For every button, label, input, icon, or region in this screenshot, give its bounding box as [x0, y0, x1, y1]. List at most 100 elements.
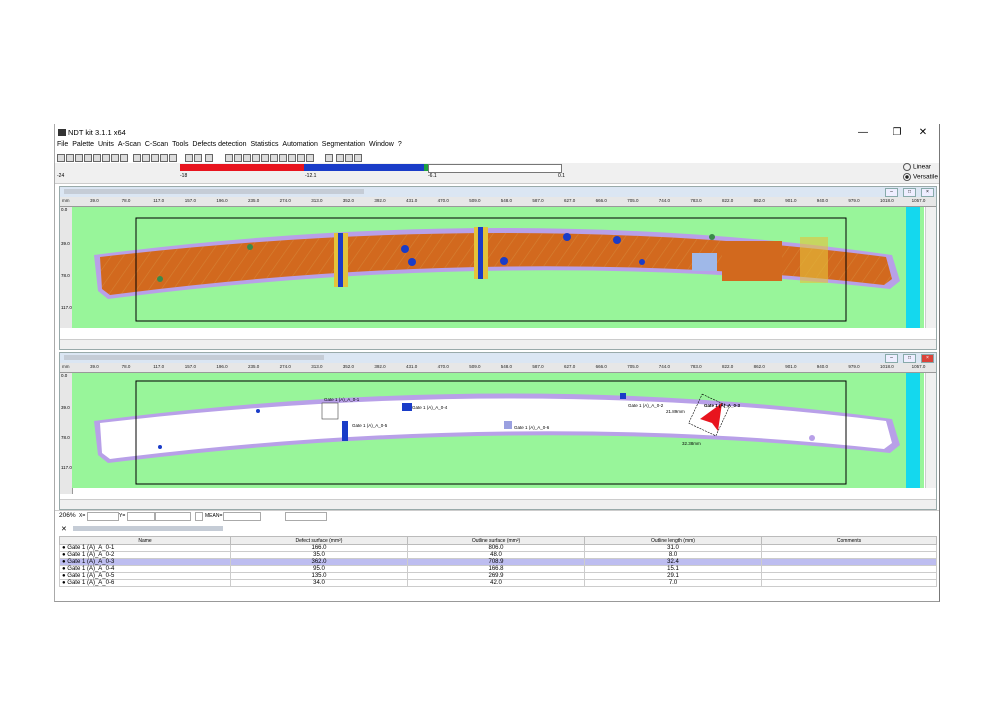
panel-maximize-button[interactable]: □: [903, 354, 916, 363]
export-icon[interactable]: [336, 154, 344, 162]
x-tick: 157.0: [184, 364, 197, 369]
close-button[interactable]: ✕: [913, 126, 933, 140]
save-icon[interactable]: [66, 154, 74, 162]
redo-icon[interactable]: [142, 154, 150, 162]
table-row[interactable]: ● Gate 1 (A)_A_0-4 95.0 166.8 15.1: [59, 565, 937, 573]
cell-name: ● Gate 1 (A)_A_0-3: [59, 558, 231, 566]
defect-detection-view[interactable]: Gate 1 (A)_A_0-1 Gate 1 (A)_A_0-5 Gate 1…: [72, 373, 924, 488]
menu-segmentation[interactable]: Segmentation: [322, 141, 365, 148]
panel-maximize-button[interactable]: □: [903, 188, 916, 197]
window-icon[interactable]: [120, 154, 128, 162]
cell-comments: [761, 551, 937, 559]
rect-select-icon[interactable]: [243, 154, 251, 162]
x-tick: 274.0: [279, 198, 291, 203]
versatile-radio[interactable]: Versatile: [903, 173, 938, 181]
panel-close-button[interactable]: ×: [921, 354, 934, 363]
report-icon[interactable]: [345, 154, 353, 162]
pointer-icon[interactable]: [297, 154, 305, 162]
defect-outline[interactable]: [321, 402, 339, 420]
palette-blue-band[interactable]: [304, 164, 424, 171]
grid-icon[interactable]: [84, 154, 92, 162]
open-icon[interactable]: [57, 154, 65, 162]
menu-c-scan[interactable]: C-Scan: [145, 141, 168, 148]
palette-icon[interactable]: [151, 154, 159, 162]
col-header-comments[interactable]: Comments: [761, 536, 937, 545]
col-header-outline-length[interactable]: Outline length (mm): [584, 536, 762, 545]
ellipse-icon[interactable]: [252, 154, 260, 162]
layout-icon[interactable]: [102, 154, 110, 162]
defect-0-4[interactable]: [402, 403, 412, 411]
hand-icon[interactable]: [306, 154, 314, 162]
target-icon[interactable]: [194, 154, 202, 162]
defect-label: Gate 1 (A)_A_0-2: [628, 403, 664, 408]
menu-units[interactable]: Units: [98, 141, 114, 148]
menu-statistics[interactable]: Statistics: [250, 141, 278, 148]
horizontal-scrollbar[interactable]: [60, 339, 936, 349]
panel-close-button[interactable]: ×: [921, 188, 934, 197]
menu-window[interactable]: Window: [369, 141, 394, 148]
line-icon[interactable]: [270, 154, 278, 162]
print-icon[interactable]: [75, 154, 83, 162]
palette-label: -12.1: [305, 173, 317, 179]
defect-region: [692, 253, 717, 271]
table-row[interactable]: ● Gate 1 (A)_A_0-3 362.0 708.9 32.4: [59, 558, 937, 566]
maximize-button[interactable]: ❐: [887, 126, 907, 140]
col-header-outline-surface[interactable]: Outline surface (mm²): [407, 536, 585, 545]
x-tick: 392.0: [374, 364, 386, 369]
horizontal-scrollbar[interactable]: [60, 499, 936, 509]
value-field[interactable]: [155, 512, 191, 521]
y-value-field[interactable]: [127, 512, 155, 521]
close-icon[interactable]: ✕: [61, 525, 67, 533]
filter-icon[interactable]: [169, 154, 177, 162]
panel-minimize-button[interactable]: –: [885, 354, 898, 363]
defect-0-6[interactable]: [504, 421, 512, 429]
menu-tools[interactable]: Tools: [172, 141, 188, 148]
polyline-icon[interactable]: [279, 154, 287, 162]
palette-white-band[interactable]: [428, 164, 562, 173]
table-row[interactable]: ● Gate 1 (A)_A_0-1 166.0 806.0 31.0: [59, 544, 937, 552]
mean-value-field[interactable]: [223, 512, 261, 521]
vertical-scrollbar[interactable]: [925, 207, 936, 328]
minimize-button[interactable]: —: [853, 126, 873, 140]
table-row[interactable]: ● Gate 1 (A)_A_0-5 135.0 269.9 29.1: [59, 572, 937, 580]
list-icon[interactable]: [111, 154, 119, 162]
table-row[interactable]: ● Gate 1 (A)_A_0-2 35.0 48.0 8.0: [59, 551, 937, 559]
palette-red-band[interactable]: [180, 164, 304, 171]
circle-icon[interactable]: [261, 154, 269, 162]
ruler-unit: mm: [62, 364, 70, 369]
cell-outline-length: 31.0: [584, 544, 762, 552]
vertical-scrollbar[interactable]: [925, 373, 936, 488]
table-icon[interactable]: [93, 154, 101, 162]
cscan-amplitude-view[interactable]: [72, 207, 924, 328]
defect-0-5[interactable]: [342, 421, 348, 441]
menu-palette[interactable]: Palette: [72, 141, 94, 148]
crosshair-icon[interactable]: [205, 154, 213, 162]
defect-0-2[interactable]: [620, 393, 626, 399]
pencil-icon[interactable]: [288, 154, 296, 162]
stats-icon[interactable]: [354, 154, 362, 162]
x-value-field[interactable]: [87, 512, 119, 521]
x-tick: 78.0: [121, 364, 131, 369]
cell-defect-surface: 35.0: [230, 551, 408, 559]
dropdown-icon[interactable]: [325, 154, 333, 162]
defects-table: Name Defect surface (mm²) Outline surfac…: [59, 536, 937, 587]
table-row[interactable]: ● Gate 1 (A)_A_0-6 34.0 42.0 7.0: [59, 579, 937, 587]
square-icon[interactable]: [234, 154, 242, 162]
zoom-icon[interactable]: [185, 154, 193, 162]
menu-a-scan[interactable]: A-Scan: [118, 141, 141, 148]
extra-field[interactable]: [285, 512, 327, 521]
menu-file[interactable]: File: [57, 141, 68, 148]
undo-icon[interactable]: [133, 154, 141, 162]
cell-outline-length: 29.1: [584, 572, 762, 580]
cell-outline-surface: 269.9: [407, 572, 585, 580]
menu-help[interactable]: ?: [398, 141, 402, 148]
linear-radio[interactable]: Linear: [903, 163, 931, 171]
chart-icon[interactable]: [160, 154, 168, 162]
menu-automation[interactable]: Automation: [282, 141, 317, 148]
checkbox[interactable]: [195, 512, 203, 521]
rectangle-icon[interactable]: [225, 154, 233, 162]
panel-minimize-button[interactable]: –: [885, 188, 898, 197]
col-header-defect-surface[interactable]: Defect surface (mm²): [230, 536, 408, 545]
menu-defects-detection[interactable]: Defects detection: [192, 141, 246, 148]
col-header-name[interactable]: Name: [59, 536, 231, 545]
